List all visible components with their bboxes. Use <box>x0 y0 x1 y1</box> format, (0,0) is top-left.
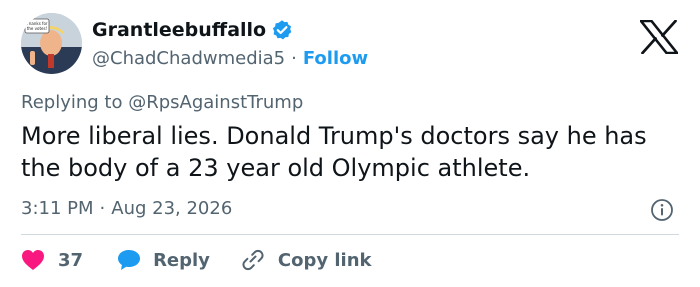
follow-button[interactable]: Follow <box>303 47 368 71</box>
svg-text:the votes!: the votes! <box>27 26 47 31</box>
replying-to-prefix: Replying to <box>21 92 123 113</box>
x-logo-icon[interactable] <box>639 19 679 55</box>
tweet-card: Thanks for the votes! Grantleebuffallo @… <box>0 0 700 287</box>
tweet-date: Aug 23, 2026 <box>111 198 233 219</box>
like-button[interactable]: 37 <box>21 249 83 271</box>
author-display-name[interactable]: Grantleebuffallo <box>92 18 266 42</box>
reply-button[interactable]: Reply <box>117 249 210 271</box>
like-count: 37 <box>58 249 84 271</box>
tweet-text: More liberal lies. Donald Trump's doctor… <box>21 122 647 182</box>
replying-to: Replying to @RpsAgainstTrump <box>21 91 303 115</box>
info-icon[interactable] <box>650 198 674 222</box>
reply-bubble-icon <box>118 250 141 270</box>
author-name-row: Grantleebuffallo <box>92 18 293 42</box>
divider <box>21 234 679 235</box>
copy-link-label: Copy link <box>277 249 372 271</box>
separator-dot: · <box>291 48 297 69</box>
reply-label: Reply <box>153 249 210 271</box>
author-handle-row: @ChadChadwmedia5 · Follow <box>92 47 368 71</box>
author-handle[interactable]: @ChadChadwmedia5 <box>92 47 285 71</box>
copy-link-button[interactable]: Copy link <box>240 248 372 272</box>
link-icon <box>242 249 264 271</box>
separator-dot: · <box>99 198 106 219</box>
avatar[interactable]: Thanks for the votes! <box>21 13 82 74</box>
heart-icon <box>22 250 44 270</box>
verified-badge-icon <box>271 19 293 41</box>
tweet-timestamp[interactable]: 3:11 PM · Aug 23, 2026 <box>21 197 232 221</box>
replying-to-mention[interactable]: @RpsAgainstTrump <box>128 92 303 113</box>
avatar-image: Thanks for the votes! <box>21 13 82 74</box>
tweet-time: 3:11 PM <box>21 198 94 219</box>
action-bar: 37 Reply Copy link <box>21 246 372 274</box>
